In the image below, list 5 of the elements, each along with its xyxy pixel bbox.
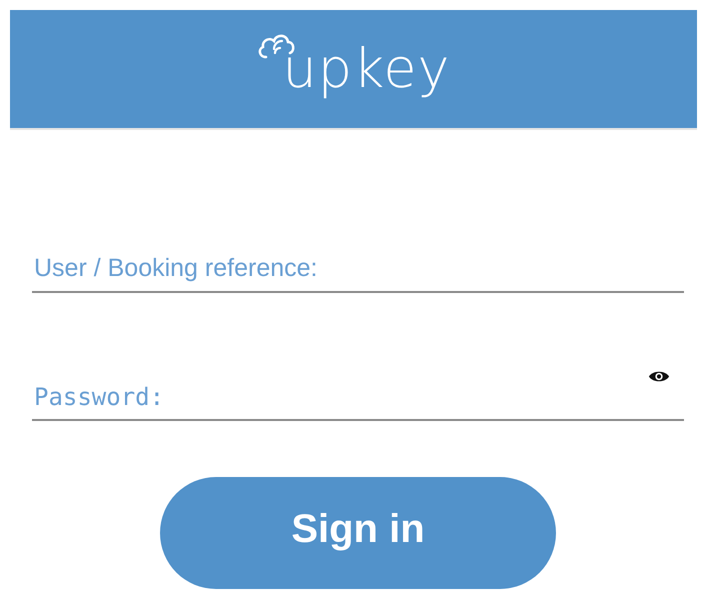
- eye-icon[interactable]: [648, 369, 670, 384]
- sign-in-button[interactable]: Sign in: [160, 477, 556, 589]
- logo-text: upkey: [282, 36, 451, 102]
- input-field[interactable]: Password:: [32, 379, 684, 421]
- input-field[interactable]: User / Booking reference:: [32, 250, 684, 293]
